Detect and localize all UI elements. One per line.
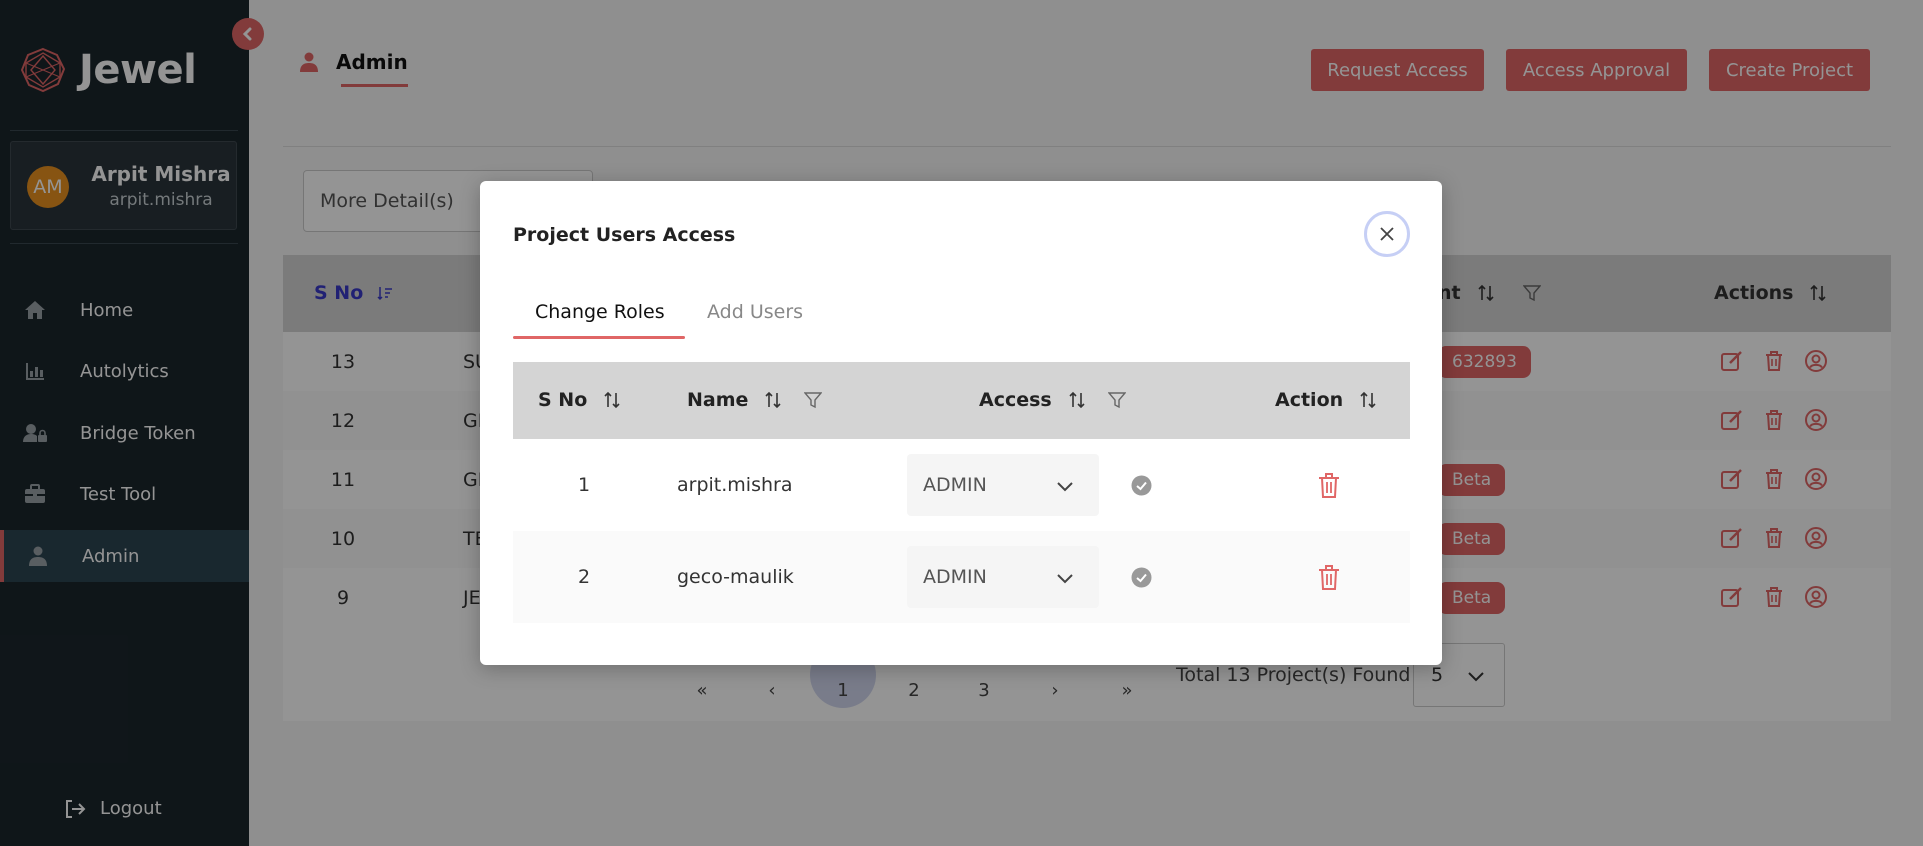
check-circle-icon[interactable]: [1131, 475, 1152, 496]
chevron-down-icon: [1057, 482, 1073, 492]
chevron-down-icon: [1057, 574, 1073, 584]
column-header-action[interactable]: Action: [1275, 389, 1377, 411]
modal-title: Project Users Access: [513, 224, 736, 246]
column-header-label: S No: [538, 389, 588, 411]
sort-icon: [1360, 391, 1376, 409]
table-row[interactable]: 1 arpit.mishra ADMIN: [513, 439, 1410, 531]
trash-icon[interactable]: [1317, 472, 1341, 499]
filter-icon[interactable]: [804, 391, 823, 409]
modal-table-header: S No Name Access Action: [513, 362, 1410, 439]
sort-icon: [604, 391, 620, 409]
column-header-sno[interactable]: S No: [538, 389, 621, 411]
access-role-select[interactable]: ADMIN: [907, 454, 1099, 516]
tab-add-users[interactable]: Add Users: [707, 301, 803, 323]
cell-sno: 2: [577, 566, 591, 588]
column-header-access[interactable]: Access: [979, 389, 1126, 411]
access-role-value: ADMIN: [923, 566, 987, 588]
project-users-access-modal: Project Users Access Change Roles Add Us…: [480, 181, 1442, 665]
column-header-name[interactable]: Name: [687, 389, 823, 411]
access-role-select[interactable]: ADMIN: [907, 546, 1099, 608]
table-row[interactable]: 2 geco-maulik ADMIN: [513, 531, 1410, 623]
column-header-label: Action: [1275, 389, 1344, 411]
sort-icon: [765, 391, 781, 409]
cell-name: arpit.mishra: [677, 474, 793, 496]
close-icon: [1380, 227, 1394, 241]
cell-sno: 1: [577, 474, 591, 496]
active-tab-indicator: [513, 336, 685, 339]
filter-icon[interactable]: [1107, 391, 1126, 409]
tab-change-roles[interactable]: Change Roles: [535, 301, 665, 323]
check-circle-icon[interactable]: [1131, 567, 1152, 588]
column-header-label: Access: [979, 389, 1052, 411]
sort-icon: [1069, 391, 1085, 409]
column-header-label: Name: [687, 389, 749, 411]
cell-name: geco-maulik: [677, 566, 794, 588]
modal-close-button[interactable]: [1364, 211, 1410, 257]
trash-icon[interactable]: [1317, 564, 1341, 591]
access-role-value: ADMIN: [923, 474, 987, 496]
